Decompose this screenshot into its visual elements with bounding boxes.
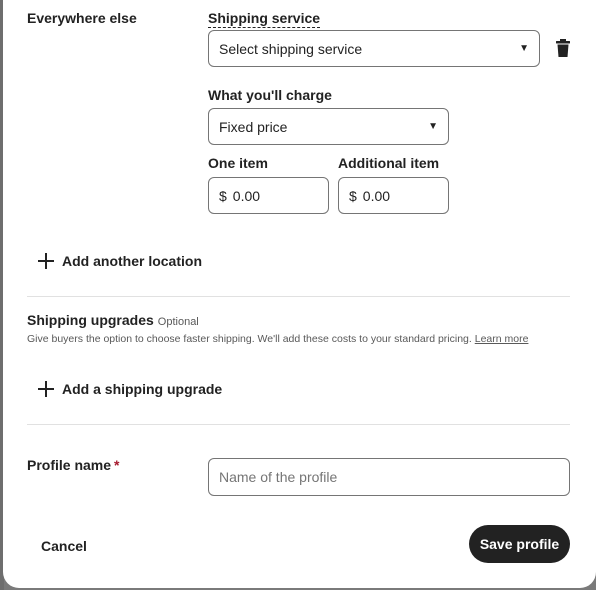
required-mark: *	[114, 457, 120, 473]
currency-symbol: $	[219, 187, 227, 204]
plus-icon	[38, 253, 54, 269]
divider	[27, 296, 570, 297]
charge-value: Fixed price	[219, 118, 288, 135]
additional-item-input[interactable]: $ 0.00	[338, 177, 449, 214]
shipping-service-value: Select shipping service	[219, 40, 363, 57]
add-upgrade-label: Add a shipping upgrade	[62, 381, 223, 397]
profile-name-input[interactable]: Name of the profile	[208, 458, 570, 496]
upgrades-optional: Optional	[157, 316, 199, 328]
upgrades-heading: Shipping upgrades Optional	[27, 312, 199, 330]
plus-icon	[38, 381, 54, 397]
shipping-profile-modal: Everywhere else Shipping service Select …	[3, 0, 596, 588]
chevron-down-icon: ▼	[428, 121, 438, 132]
charge-label: What you'll charge	[208, 87, 332, 103]
profile-name-label-text: Profile name	[27, 457, 112, 473]
shipping-service-label: Shipping service	[208, 10, 321, 28]
additional-item-value: 0.00	[362, 187, 391, 204]
shipping-service-label-text[interactable]: Shipping service	[208, 10, 321, 28]
trash-icon[interactable]	[556, 39, 570, 57]
one-item-label: One item	[208, 155, 268, 171]
profile-name-label: Profile name *	[27, 457, 119, 473]
charge-select[interactable]: Fixed price ▼	[208, 108, 449, 145]
upgrades-description: Give buyers the option to choose faster …	[27, 332, 557, 347]
upgrades-description-text: Give buyers the option to choose faster …	[27, 333, 472, 345]
one-item-value: 0.00	[232, 187, 261, 204]
save-profile-button[interactable]: Save profile	[469, 525, 570, 563]
one-item-input[interactable]: $ 0.00	[208, 177, 329, 214]
chevron-down-icon: ▼	[519, 43, 529, 54]
add-location-button[interactable]: Add another location	[38, 253, 202, 269]
add-upgrade-button[interactable]: Add a shipping upgrade	[38, 381, 222, 397]
location-name: Everywhere else	[27, 10, 137, 26]
additional-item-label: Additional item	[338, 155, 440, 171]
profile-name-placeholder: Name of the profile	[219, 469, 338, 485]
cancel-button[interactable]: Cancel	[41, 536, 87, 556]
add-location-label: Add another location	[62, 253, 202, 269]
upgrades-title: Shipping upgrades	[27, 312, 154, 328]
shipping-service-select[interactable]: Select shipping service ▼	[208, 30, 540, 67]
currency-symbol: $	[349, 187, 357, 204]
divider	[27, 424, 570, 425]
learn-more-link[interactable]: Learn more	[475, 333, 529, 345]
